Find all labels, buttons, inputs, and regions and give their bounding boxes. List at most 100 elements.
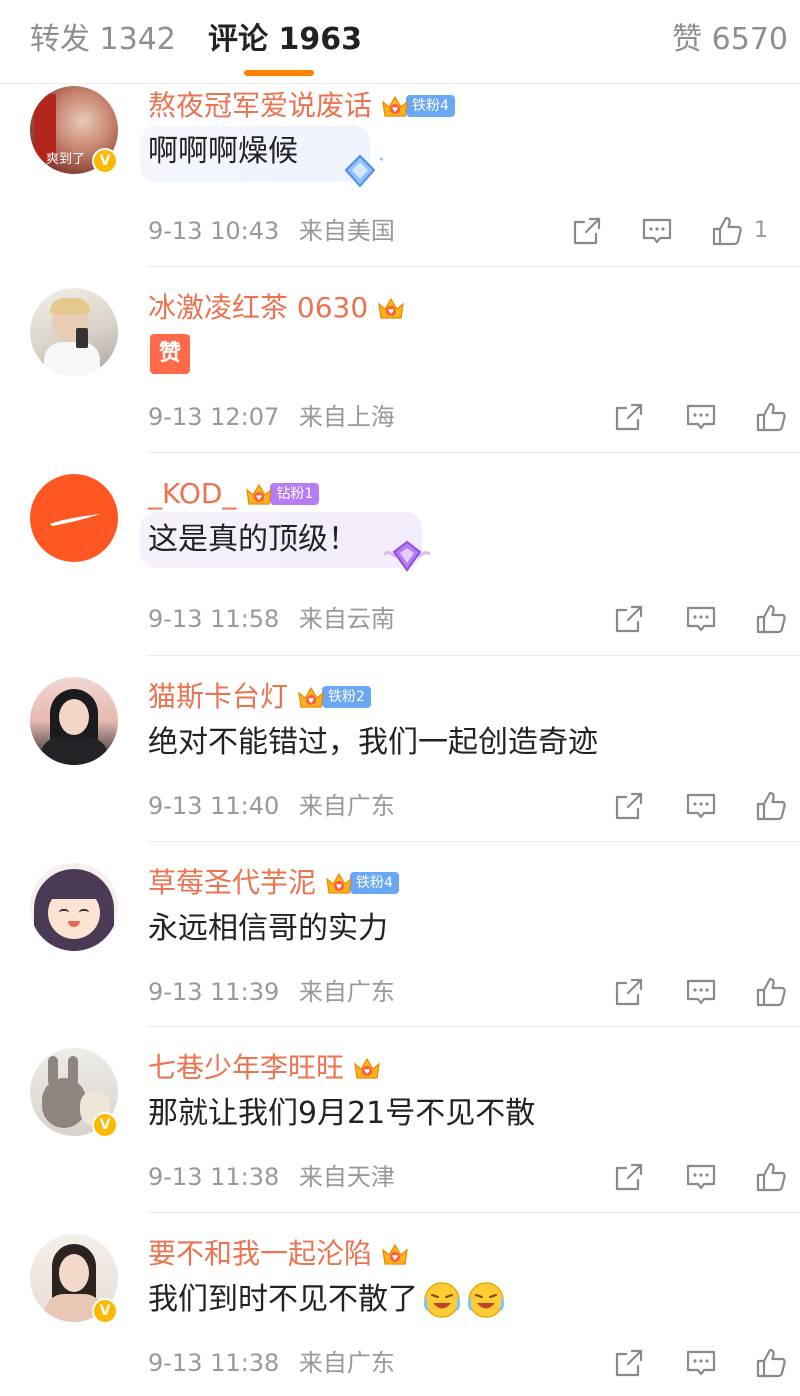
avatar[interactable] <box>30 677 118 765</box>
fan-badge: 铁粉2 <box>322 686 371 708</box>
crown-icon <box>376 294 406 322</box>
share-icon[interactable] <box>612 400 646 434</box>
like-icon[interactable] <box>754 602 788 636</box>
comment-username[interactable]: _KOD_ 钻粉1 <box>148 476 320 512</box>
comment-location: 来自云南 <box>298 605 395 633</box>
purple-gem-sticker-icon <box>383 540 431 572</box>
username-text[interactable]: 草莓圣代芋泥 <box>148 865 316 901</box>
share-icon[interactable] <box>612 789 646 823</box>
comment-location: 来自广东 <box>298 792 395 820</box>
comment-text: 那就让我们9月21号不见不散 <box>148 1094 535 1134</box>
comment-meta: 9-13 11:38 来自广东 <box>148 1348 395 1378</box>
comment-text-content: 绝对不能错过，我们一起创造奇迹 <box>148 725 598 760</box>
comment-username[interactable]: 冰激凌红茶 0630 <box>148 290 406 326</box>
crown-icon <box>244 480 274 508</box>
svg-text:✦: ✦ <box>378 155 384 164</box>
fan-badge: 钻粉1 <box>270 483 320 505</box>
comment-icon[interactable] <box>684 975 718 1009</box>
comment-icon[interactable] <box>640 214 674 248</box>
comment-meta: 9-13 10:43 来自美国 <box>148 216 395 246</box>
username-text[interactable]: 七巷少年李旺旺 <box>148 1050 344 1086</box>
crown-icon <box>296 683 326 711</box>
active-tab-indicator <box>244 70 314 76</box>
comment-text: 永远相信哥的实力 <box>148 909 388 949</box>
share-icon[interactable] <box>612 975 646 1009</box>
comment-text-content: 永远相信哥的实力 <box>148 911 388 946</box>
avatar-caption: 爽到了 <box>46 152 86 167</box>
comment-divider <box>148 266 800 267</box>
like-count: 1 <box>754 218 768 243</box>
comment-icon[interactable] <box>684 789 718 823</box>
share-icon[interactable] <box>570 214 604 248</box>
comment-meta: 9-13 12:07 来自上海 <box>148 402 395 432</box>
comment-text-content: 我们到时不见不散了 <box>148 1282 418 1317</box>
comment-time: 9-13 11:40 <box>148 792 280 820</box>
comment-divider <box>148 1026 800 1027</box>
verified-badge-icon: V <box>92 1112 118 1138</box>
crown-icon <box>352 1054 382 1082</box>
share-icon[interactable] <box>612 1346 646 1380</box>
like-icon[interactable] <box>754 1346 788 1380</box>
tab-comments[interactable]: 评论 1963 <box>208 20 362 60</box>
like-icon[interactable] <box>754 975 788 1009</box>
username-text[interactable]: 要不和我一起沦陷 <box>148 1236 372 1272</box>
comment-username[interactable]: 要不和我一起沦陷 <box>148 1236 410 1272</box>
share-icon[interactable] <box>612 1160 646 1194</box>
comment-username[interactable]: 猫斯卡台灯 铁粉2 <box>148 679 371 715</box>
crown-icon <box>380 92 410 120</box>
comment-text: 绝对不能错过，我们一起创造奇迹 <box>148 723 598 763</box>
comment-actions <box>600 602 800 642</box>
comment-text-content: 啊啊啊燥候 <box>148 134 298 169</box>
comment-divider <box>148 1212 800 1213</box>
comment-actions <box>600 1346 800 1386</box>
laughing-crying-emoji-icon <box>423 1282 461 1318</box>
comment-icon[interactable] <box>684 1346 718 1380</box>
comment-divider <box>148 452 800 453</box>
comment-username[interactable]: 七巷少年李旺旺 <box>148 1050 382 1086</box>
comment-location: 来自上海 <box>298 403 395 431</box>
comment-actions <box>600 1160 800 1200</box>
comment-text: 我们到时不见不散了 <box>148 1280 506 1320</box>
comment-meta: 9-13 11:40 来自广东 <box>148 791 395 821</box>
username-text[interactable]: 冰激凌红茶 0630 <box>148 290 368 326</box>
comment-actions <box>600 400 800 440</box>
avatar[interactable] <box>30 288 118 376</box>
share-icon[interactable] <box>612 602 646 636</box>
like-icon[interactable] <box>754 789 788 823</box>
tab-forward[interactable]: 转发 1342 <box>30 20 176 60</box>
comment-meta: 9-13 11:39 来自广东 <box>148 977 395 1007</box>
avatar[interactable] <box>30 474 118 562</box>
tab-likes[interactable]: 赞 6570 <box>672 20 788 60</box>
comment-time: 9-13 10:43 <box>148 217 280 245</box>
comment-text-content: 那就让我们9月21号不见不散 <box>148 1096 536 1131</box>
verified-badge-icon: V <box>92 148 118 174</box>
username-text[interactable]: 熬夜冠军爱说废话 <box>148 88 372 124</box>
comment-time: 9-13 11:58 <box>148 605 280 633</box>
fan-badge: 铁粉4 <box>406 95 455 117</box>
comment-meta: 9-13 11:58 来自云南 <box>148 604 395 634</box>
comment-location: 来自广东 <box>298 1349 395 1377</box>
username-text[interactable]: 猫斯卡台灯 <box>148 679 288 715</box>
comment-location: 来自天津 <box>298 1163 395 1191</box>
comment-time: 9-13 11:38 <box>148 1349 280 1377</box>
avatar[interactable] <box>30 863 118 951</box>
comment-icon[interactable] <box>684 602 718 636</box>
comment-username[interactable]: 草莓圣代芋泥 铁粉4 <box>148 865 399 901</box>
like-icon[interactable] <box>754 1160 788 1194</box>
comment-username[interactable]: 熬夜冠军爱说废话 铁粉4 <box>148 88 455 124</box>
like-icon[interactable] <box>754 400 788 434</box>
comment-text: 啊啊啊燥候 <box>148 132 298 172</box>
comment-divider <box>148 655 800 656</box>
comment-time: 9-13 11:38 <box>148 1163 280 1191</box>
comment-divider <box>148 841 800 842</box>
comment-location: 来自美国 <box>298 217 395 245</box>
comment-actions <box>600 789 800 829</box>
username-text[interactable]: _KOD_ <box>148 476 236 512</box>
comment-actions: 1 <box>560 214 800 254</box>
comment-icon[interactable] <box>684 400 718 434</box>
comment-time: 9-13 12:07 <box>148 403 280 431</box>
comment-icon[interactable] <box>684 1160 718 1194</box>
like-icon[interactable] <box>710 214 744 248</box>
fan-badge: 铁粉4 <box>350 872 399 894</box>
comment-meta: 9-13 11:38 来自天津 <box>148 1162 395 1192</box>
